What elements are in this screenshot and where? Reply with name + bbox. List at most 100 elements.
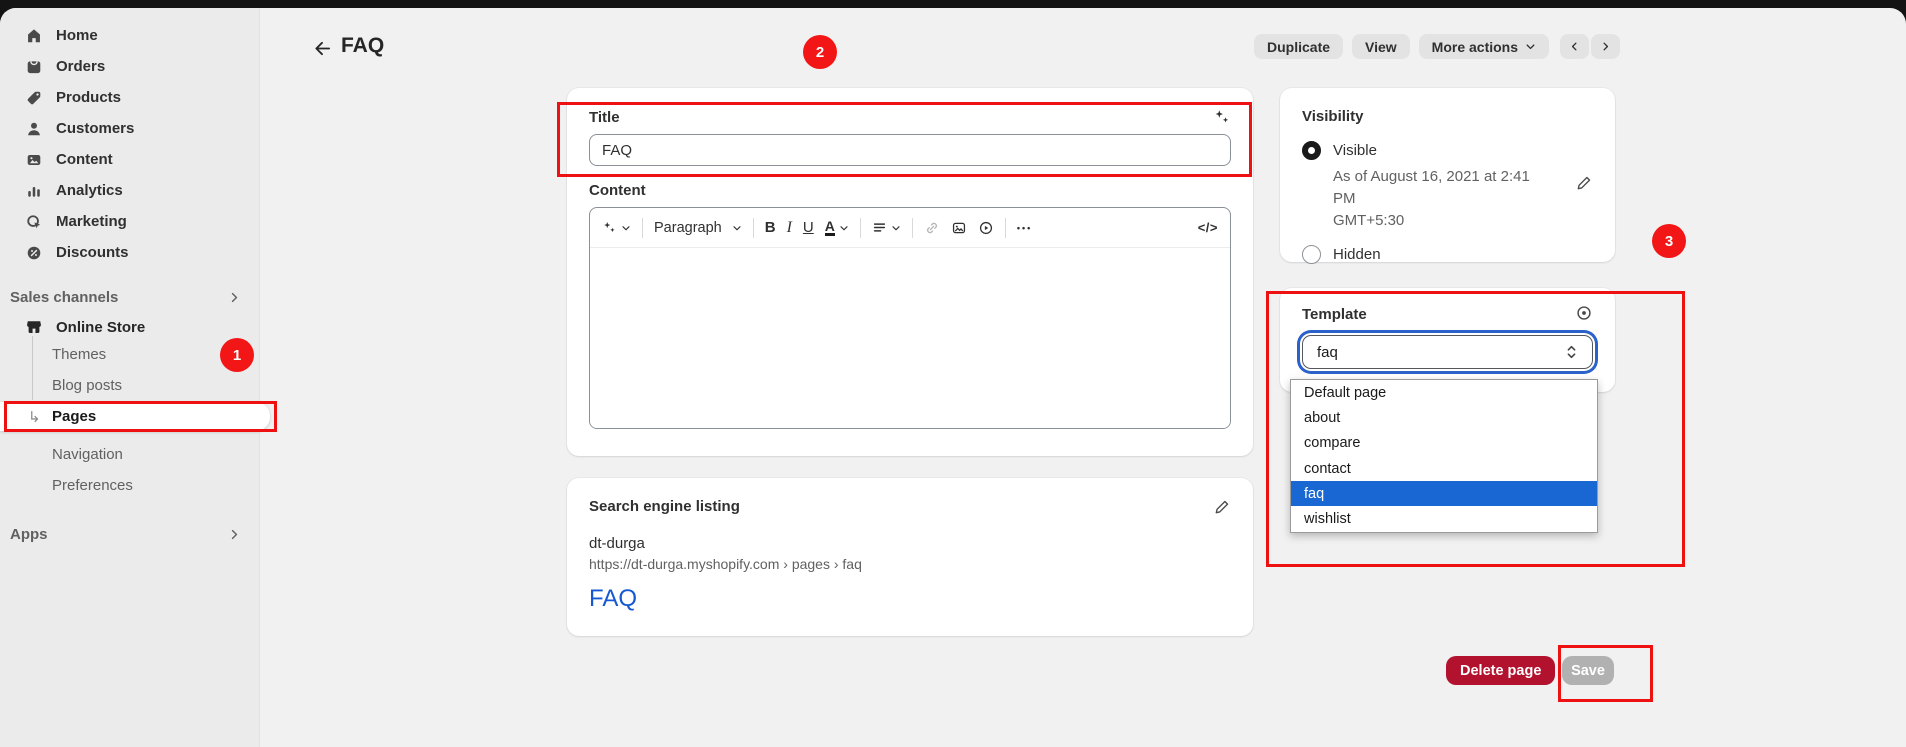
view-button[interactable]: View — [1352, 34, 1410, 59]
select-stepper-icon — [1565, 344, 1578, 360]
sidebar-item-themes[interactable]: Themes — [52, 339, 106, 370]
sidebar-item-online-store[interactable]: Online Store — [0, 313, 259, 341]
sidebar-item-content[interactable]: Content — [0, 144, 259, 175]
insert-video-button[interactable] — [978, 220, 994, 236]
seo-card-heading: Search engine listing — [589, 498, 1231, 515]
shopify-admin-screen: Home Orders Products — [0, 0, 1906, 747]
delete-page-label: Delete page — [1460, 663, 1541, 679]
sidebar-item-products[interactable]: Products — [0, 82, 259, 113]
link-button[interactable] — [924, 220, 940, 236]
apps-label: Apps — [10, 526, 48, 543]
seo-site-name: dt-durga — [589, 535, 1231, 552]
sidebar-section-apps[interactable]: Apps — [0, 522, 259, 546]
duplicate-label: Duplicate — [1267, 39, 1330, 55]
sidebar-section-sales-channels[interactable]: Sales channels — [0, 285, 259, 309]
italic-button[interactable]: I — [787, 219, 792, 237]
visible-note-line1: As of August 16, 2021 at 2:41 PM — [1333, 168, 1530, 207]
align-left-icon — [872, 220, 887, 235]
template-option[interactable]: Default page — [1291, 380, 1597, 405]
more-actions-label: More actions — [1432, 39, 1518, 55]
hidden-radio-unselected[interactable] — [1302, 245, 1321, 264]
chevron-down-icon — [621, 223, 631, 233]
ai-sparkle-icon — [602, 220, 617, 235]
sidebar-item-customers[interactable]: Customers — [0, 113, 259, 144]
template-select[interactable]: faq — [1302, 335, 1593, 369]
next-page-button[interactable] — [1591, 34, 1620, 59]
customers-icon — [25, 120, 43, 138]
content-field-label: Content — [589, 182, 1231, 199]
preferences-label: Preferences — [52, 477, 133, 494]
more-options-button[interactable]: ••• — [1017, 223, 1032, 233]
analytics-icon — [25, 182, 43, 200]
template-dropdown-list: Default page about compare contact faq w… — [1290, 379, 1598, 533]
toolbar-divider — [860, 218, 861, 238]
home-icon — [25, 27, 43, 45]
sidebar-item-discounts[interactable]: Discounts — [0, 237, 259, 268]
template-option[interactable]: about — [1291, 405, 1597, 430]
insert-image-button[interactable] — [951, 220, 967, 236]
online-store-label: Online Store — [56, 319, 145, 336]
pages-label: Pages — [52, 408, 96, 425]
editor-toolbar: Paragraph B I U A — [590, 208, 1230, 248]
admin-app-frame: Home Orders Products — [0, 8, 1906, 747]
back-button[interactable] — [310, 36, 334, 60]
sidebar-item-orders[interactable]: Orders — [0, 51, 259, 82]
toolbar-divider — [642, 218, 643, 238]
sidebar-item-label: Products — [56, 89, 121, 106]
sidebar-item-pages-active[interactable]: ↳ Pages — [0, 402, 270, 431]
edit-seo-pencil-icon[interactable] — [1214, 498, 1231, 515]
visible-schedule-note: As of August 16, 2021 at 2:41 PM GMT+5:3… — [1333, 166, 1548, 231]
sidebar-item-label: Analytics — [56, 182, 123, 199]
template-preview-eye-icon[interactable] — [1575, 304, 1593, 322]
marketing-icon — [25, 213, 43, 231]
sidebar-item-marketing[interactable]: Marketing — [0, 206, 259, 237]
ai-assist-button[interactable] — [602, 220, 631, 235]
visible-label: Visible — [1333, 142, 1377, 159]
more-actions-button[interactable]: More actions — [1419, 34, 1549, 59]
tree-arrow-icon: ↳ — [28, 408, 41, 426]
chevron-down-icon — [839, 223, 849, 233]
template-option[interactable]: compare — [1291, 431, 1597, 456]
duplicate-button[interactable]: Duplicate — [1254, 34, 1343, 59]
products-icon — [25, 89, 43, 107]
bold-button[interactable]: B — [765, 219, 776, 236]
editor-content-area[interactable] — [590, 248, 1230, 428]
sidebar-item-label: Marketing — [56, 213, 127, 230]
text-color-glyph: A — [825, 219, 835, 237]
navigation-label: Navigation — [52, 446, 123, 463]
sidebar-item-label: Home — [56, 27, 98, 44]
template-option[interactable]: wishlist — [1291, 506, 1597, 531]
sidebar-item-label: Orders — [56, 58, 105, 75]
title-input[interactable] — [589, 134, 1231, 166]
sidebar-item-blog-posts[interactable]: Blog posts — [52, 370, 122, 401]
view-label: View — [1365, 39, 1397, 55]
arrow-left-icon — [313, 39, 332, 58]
seo-result-title-link[interactable]: FAQ — [589, 585, 1231, 613]
chevron-down-icon — [1525, 41, 1536, 52]
sidebar-item-home[interactable]: Home — [0, 20, 259, 51]
themes-label: Themes — [52, 346, 106, 363]
alignment-button[interactable] — [872, 220, 901, 235]
paragraph-style-dropdown[interactable]: Paragraph — [654, 220, 742, 236]
sidebar-item-analytics[interactable]: Analytics — [0, 175, 259, 206]
delete-page-button[interactable]: Delete page — [1446, 656, 1555, 685]
sidebar-item-label: Discounts — [56, 244, 129, 261]
text-color-button[interactable]: A — [825, 219, 849, 237]
ai-sparkle-icon[interactable] — [1213, 108, 1231, 126]
sidebar-item-label: Content — [56, 151, 113, 168]
hidden-label: Hidden — [1333, 246, 1381, 263]
code-view-button[interactable]: </> — [1198, 220, 1218, 235]
content-icon — [25, 151, 43, 169]
save-button-disabled[interactable]: Save — [1562, 656, 1614, 685]
image-icon — [951, 220, 967, 236]
template-option[interactable]: contact — [1291, 456, 1597, 481]
visible-radio-selected[interactable] — [1302, 141, 1321, 160]
template-option-selected[interactable]: faq — [1291, 481, 1597, 506]
edit-visibility-pencil-icon[interactable] — [1576, 174, 1593, 191]
underline-button[interactable]: U — [803, 219, 814, 236]
sidebar-item-preferences[interactable]: Preferences — [52, 470, 133, 501]
sidebar-item-navigation[interactable]: Navigation — [52, 439, 123, 470]
previous-page-button[interactable] — [1560, 34, 1589, 59]
sidebar-item-label: Customers — [56, 120, 134, 137]
visibility-heading: Visibility — [1302, 108, 1593, 125]
